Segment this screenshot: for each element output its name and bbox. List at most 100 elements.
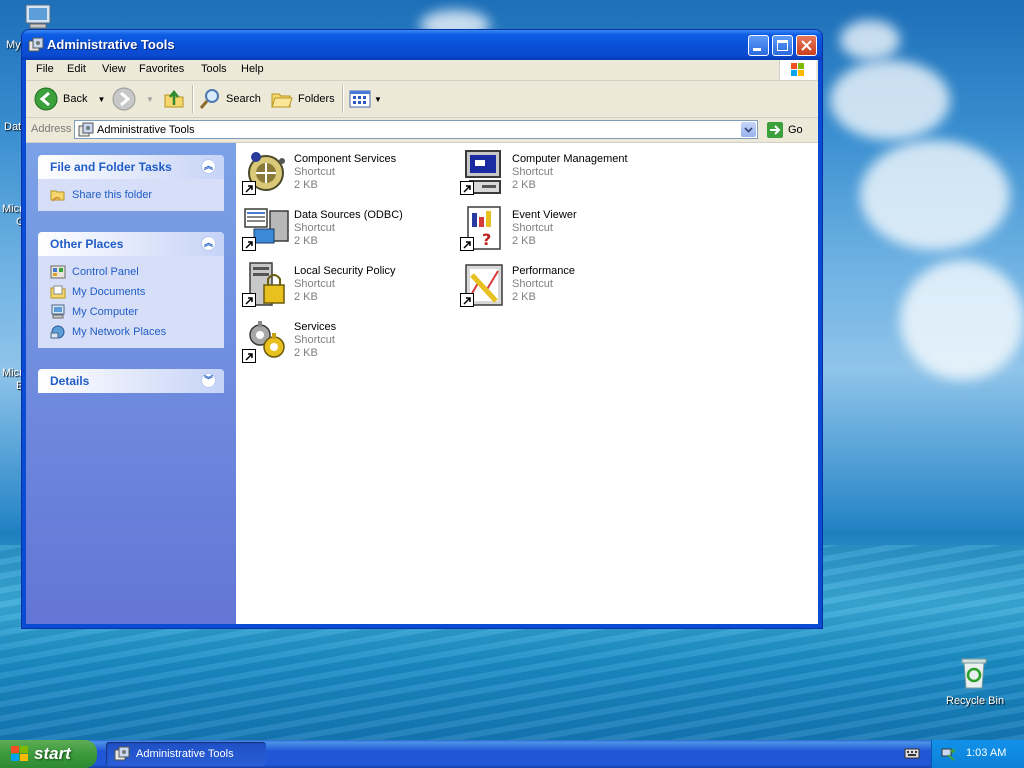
shortcut-arrow-icon xyxy=(460,237,474,251)
file-size: 2 KB xyxy=(294,347,318,359)
panel-header[interactable]: Other Places ︽ xyxy=(38,232,224,256)
go-button[interactable]: Go xyxy=(766,121,803,139)
my-computer-link[interactable]: My Computer xyxy=(50,302,224,322)
my-documents-icon xyxy=(50,285,66,299)
recycle-bin-desktop-icon[interactable] xyxy=(956,656,992,692)
menu-tools[interactable]: Tools xyxy=(201,63,227,75)
file-item[interactable]: Local Security Policy Shortcut 2 KB xyxy=(242,259,452,311)
desktop-icon-label[interactable]: My xyxy=(6,39,21,51)
start-label: start xyxy=(34,744,71,763)
forward-dropdown-icon[interactable]: ▼ xyxy=(146,95,154,104)
cloud xyxy=(830,60,950,140)
shortcut-arrow-icon xyxy=(460,181,474,195)
admin-tools-icon xyxy=(78,122,94,137)
views-dropdown-icon: ▼ xyxy=(374,94,382,104)
file-item[interactable]: Data Sources (ODBC) Shortcut 2 KB xyxy=(242,203,452,255)
file-item[interactable]: Computer Management Shortcut 2 KB xyxy=(460,147,670,199)
windows-flag-icon xyxy=(791,63,804,76)
file-size: 2 KB xyxy=(294,235,318,247)
views-button[interactable]: ▼ xyxy=(348,87,382,111)
file-item[interactable]: ? Event Viewer Shortcut 2 KB xyxy=(460,203,670,255)
panel-header[interactable]: File and Folder Tasks ︽ xyxy=(38,155,224,179)
menu-bar: File Edit View Favorites Tools Help xyxy=(26,60,818,81)
share-folder-link[interactable]: Share this folder xyxy=(50,185,224,205)
file-name: Event Viewer xyxy=(512,209,577,221)
panel-header[interactable]: Details ︾ xyxy=(38,369,224,393)
go-arrow-icon xyxy=(767,122,783,138)
up-folder-icon xyxy=(164,89,184,108)
cloud xyxy=(860,140,1010,250)
back-dropdown-icon[interactable]: ▼ xyxy=(97,95,105,104)
svg-text:?: ? xyxy=(482,230,491,249)
my-documents-label: My Documents xyxy=(72,286,146,298)
folders-label: Folders xyxy=(298,93,335,105)
menu-edit[interactable]: Edit xyxy=(67,63,86,75)
windows-logo xyxy=(779,60,816,80)
shortcut-arrow-icon xyxy=(242,349,256,363)
up-button[interactable] xyxy=(162,87,186,111)
maximize-button[interactable] xyxy=(772,35,793,56)
folders-button[interactable]: Folders xyxy=(270,87,335,111)
file-item[interactable]: Services Shortcut 2 KB xyxy=(242,315,452,367)
maximize-icon xyxy=(777,40,788,51)
recycle-bin-label[interactable]: Recycle Bin xyxy=(946,695,1004,707)
address-input[interactable]: Administrative Tools xyxy=(74,120,758,139)
menu-file[interactable]: File xyxy=(36,63,54,75)
my-network-places-link[interactable]: My Network Places xyxy=(50,322,224,342)
clock[interactable]: 1:03 AM xyxy=(966,747,1006,759)
computer-icon xyxy=(25,4,51,29)
panel-title: File and Folder Tasks xyxy=(50,160,172,174)
share-folder-label: Share this folder xyxy=(72,189,153,201)
file-size: 2 KB xyxy=(294,179,318,191)
menu-view[interactable]: View xyxy=(102,63,126,75)
cloud xyxy=(840,20,900,60)
recycle-bin-icon xyxy=(961,658,987,689)
close-icon xyxy=(801,40,812,51)
collapse-icon[interactable]: ︽ xyxy=(201,236,216,251)
search-button[interactable]: Search xyxy=(198,87,261,111)
back-button[interactable]: Back ▼ xyxy=(34,87,105,111)
menu-favorites[interactable]: Favorites xyxy=(139,63,184,75)
address-dropdown-button[interactable] xyxy=(741,122,756,137)
network-status-icon[interactable] xyxy=(940,746,956,762)
collapse-icon[interactable]: ︽ xyxy=(201,159,216,174)
file-type: Shortcut xyxy=(512,278,553,290)
desktop-icon-label[interactable]: Dat xyxy=(4,121,21,133)
file-type: Shortcut xyxy=(512,222,553,234)
file-size: 2 KB xyxy=(294,291,318,303)
other-places-panel: Other Places ︽ Control Panel My Document… xyxy=(38,232,224,348)
taskbar-item-label: Administrative Tools xyxy=(136,748,234,760)
my-documents-link[interactable]: My Documents xyxy=(50,282,224,302)
file-item[interactable]: Component Services Shortcut 2 KB xyxy=(242,147,452,199)
chevron-down-icon xyxy=(744,127,753,133)
expand-icon[interactable]: ︾ xyxy=(201,373,216,388)
views-icon xyxy=(349,90,371,108)
close-button[interactable] xyxy=(796,35,817,56)
forward-arrow-icon xyxy=(112,87,136,111)
file-name: Local Security Policy xyxy=(294,265,396,277)
toolbar-separator xyxy=(342,85,344,113)
network-places-icon xyxy=(50,325,65,339)
menu-help[interactable]: Help xyxy=(241,63,264,75)
file-type: Shortcut xyxy=(512,166,553,178)
title-bar[interactable]: Administrative Tools xyxy=(22,30,822,60)
panel-title: Details xyxy=(50,374,90,388)
keyboard-layout-icon[interactable] xyxy=(904,746,920,763)
explorer-body: File and Folder Tasks ︽ Share this folde… xyxy=(26,143,818,624)
file-folder-tasks-panel: File and Folder Tasks ︽ Share this folde… xyxy=(38,155,224,211)
my-computer-desktop-icon[interactable] xyxy=(22,3,54,31)
file-name: Services xyxy=(294,321,337,333)
forward-button[interactable]: ▼ xyxy=(112,87,154,111)
file-type: Shortcut xyxy=(294,334,335,346)
taskbar: start Administrative Tools 1:03 AM xyxy=(0,740,1024,768)
taskbar-item-admin-tools[interactable]: Administrative Tools xyxy=(106,742,266,766)
shortcut-arrow-icon xyxy=(460,293,474,307)
minimize-button[interactable] xyxy=(748,35,769,56)
start-button[interactable]: start xyxy=(0,740,97,768)
explorer-window: Administrative Tools File Edit View Favo… xyxy=(22,30,822,628)
file-size: 2 KB xyxy=(512,179,536,191)
file-item[interactable]: Performance Shortcut 2 KB xyxy=(460,259,670,311)
file-name: Computer Management xyxy=(512,153,628,165)
control-panel-link[interactable]: Control Panel xyxy=(50,262,224,282)
search-label: Search xyxy=(226,93,261,105)
